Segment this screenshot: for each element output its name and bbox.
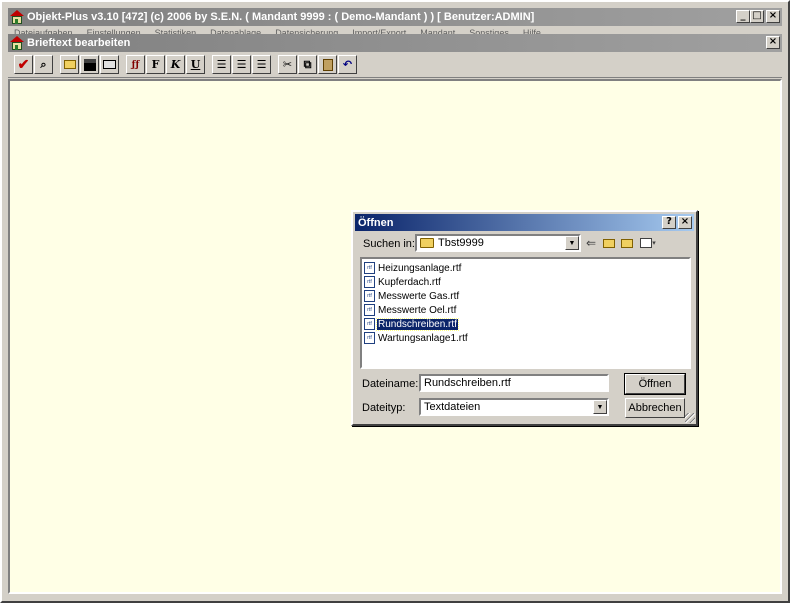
menu-item-sonstiges[interactable]: Sonstiges xyxy=(469,26,509,34)
list-item-selected[interactable]: rtf Rundschreiben.rtf xyxy=(364,317,687,331)
menu-item-datenablage[interactable]: Datenablage xyxy=(210,26,261,34)
app-logo-icon xyxy=(10,10,24,24)
folder-icon xyxy=(420,238,434,248)
align-left-button[interactable]: ☰ xyxy=(212,55,231,74)
cancel-button[interactable]: Abbrechen xyxy=(625,398,685,418)
dialog-help-button[interactable]: ? xyxy=(662,216,676,229)
app-window-controls: _ □ × xyxy=(736,10,780,23)
bold-button[interactable]: F xyxy=(146,55,165,74)
printer-icon xyxy=(103,60,116,69)
list-item[interactable]: rtf Kupferdach.rtf xyxy=(364,275,687,289)
look-in-value: Tbst9999 xyxy=(438,237,484,249)
filename-input[interactable]: Rundschreiben.rtf xyxy=(419,374,609,392)
floppy-disk-icon xyxy=(83,58,96,71)
menu-item-mandant[interactable]: Mandant xyxy=(420,26,455,34)
undo-icon: ↶ xyxy=(342,58,353,71)
font-button[interactable]: ƒƒ xyxy=(126,55,145,74)
app-titlebar: Objekt-Plus v3.10 [472] (c) 2006 by S.E.… xyxy=(8,8,782,26)
rtf-file-icon: rtf xyxy=(364,318,375,330)
align-left-icon: ☰ xyxy=(216,58,227,71)
align-center-icon: ☰ xyxy=(236,58,247,71)
filetype-label: Dateityp: xyxy=(362,402,406,414)
resize-grip-icon[interactable] xyxy=(685,413,695,423)
look-in-label: Suchen in: xyxy=(363,238,415,250)
document-close-button[interactable]: × xyxy=(766,36,780,49)
document-window-controls: × xyxy=(766,36,780,49)
document-titlebar: Brieftext bearbeiten × xyxy=(8,34,782,52)
underline-button[interactable]: U xyxy=(186,55,205,74)
paste-button[interactable] xyxy=(318,55,337,74)
confirm-button[interactable]: ✔ xyxy=(14,55,33,74)
list-item[interactable]: rtf Wartungsanlage1.rtf xyxy=(364,331,687,345)
open-button[interactable]: Öffnen xyxy=(624,373,686,395)
filetype-combobox[interactable]: Textdateien ▼ xyxy=(419,398,609,416)
minimize-button[interactable]: _ xyxy=(736,10,750,23)
folder-open-icon xyxy=(63,60,76,69)
dialog-controls: ? × xyxy=(662,216,692,229)
menu-item-einstellungen[interactable]: Einstellungen xyxy=(87,26,141,34)
rtf-file-icon: rtf xyxy=(364,290,375,302)
maximize-button[interactable]: □ xyxy=(750,10,764,23)
chevron-down-icon[interactable]: ▼ xyxy=(593,400,607,414)
undo-button[interactable]: ↶ xyxy=(338,55,357,74)
look-in-combobox[interactable]: Tbst9999 ▼ xyxy=(415,234,581,252)
dialog-close-button[interactable]: × xyxy=(678,216,692,229)
font-size-icon: ƒƒ xyxy=(131,59,140,70)
filename-label: Dateiname: xyxy=(362,378,419,390)
bold-label: F xyxy=(151,58,160,71)
rtf-file-icon: rtf xyxy=(364,262,375,274)
app-title: Objekt-Plus v3.10 [472] (c) 2006 by S.E.… xyxy=(27,11,535,23)
scissors-icon: ✂ xyxy=(282,58,293,71)
chevron-down-icon[interactable]: ▼ xyxy=(565,236,579,250)
zoom-button[interactable]: ⌕ xyxy=(34,55,53,74)
print-button[interactable] xyxy=(100,55,119,74)
new-folder-icon[interactable] xyxy=(620,236,634,250)
menu-item-hilfe[interactable]: Hilfe xyxy=(523,26,541,34)
menu-item-import-export[interactable]: Import/Export xyxy=(352,26,406,34)
magnifier-icon: ⌕ xyxy=(40,57,47,71)
align-right-icon: ☰ xyxy=(256,58,267,71)
menu-item-datensicherung[interactable]: Datensicherung xyxy=(275,26,338,34)
menu-bar: Dateiaufgaben Einstellungen Statistiken … xyxy=(8,26,782,34)
rtf-file-icon: rtf xyxy=(364,332,375,344)
list-item[interactable]: rtf Messwerte Gas.rtf xyxy=(364,289,687,303)
align-right-button[interactable]: ☰ xyxy=(252,55,271,74)
document-title: Brieftext bearbeiten xyxy=(27,37,131,49)
menu-item-statistiken[interactable]: Statistiken xyxy=(155,26,197,34)
underline-label: U xyxy=(190,58,201,71)
menu-item-dateiaufgaben[interactable]: Dateiaufgaben xyxy=(14,26,73,34)
save-button[interactable] xyxy=(80,55,99,74)
clipboard-icon xyxy=(322,58,333,71)
italic-button[interactable]: K xyxy=(166,55,185,74)
align-center-button[interactable]: ☰ xyxy=(232,55,251,74)
back-arrow-icon[interactable]: ⇐ xyxy=(584,236,598,250)
copy-button[interactable]: ⧉ xyxy=(298,55,317,74)
document-logo-icon xyxy=(10,36,24,50)
italic-label: K xyxy=(170,58,181,71)
rtf-file-icon: rtf xyxy=(364,276,375,288)
open-file-button[interactable] xyxy=(60,55,79,74)
dialog-titlebar: Öffnen ? × xyxy=(355,214,694,231)
list-item[interactable]: rtf Heizungsanlage.rtf xyxy=(364,261,687,275)
up-folder-icon[interactable] xyxy=(602,236,616,250)
rtf-file-icon: rtf xyxy=(364,304,375,316)
open-file-dialog: Öffnen ? × Suchen in: Tbst9999 ▼ ⇐ ▾ rtf… xyxy=(351,210,698,426)
file-list[interactable]: rtf Heizungsanlage.rtf rtf Kupferdach.rtf … xyxy=(360,257,691,369)
cut-button[interactable]: ✂ xyxy=(278,55,297,74)
view-menu-icon[interactable]: ▾ xyxy=(638,236,658,250)
close-button[interactable]: × xyxy=(766,10,780,23)
checkmark-icon: ✔ xyxy=(17,56,30,73)
copy-icon: ⧉ xyxy=(303,57,312,71)
filetype-value: Textdateien xyxy=(424,401,481,413)
editor-toolbar: ✔ ⌕ ƒƒ F K U ☰ ☰ ☰ ✂ ⧉ ↶ xyxy=(8,52,782,78)
dialog-title: Öffnen xyxy=(358,216,394,229)
list-item[interactable]: rtf Messwerte Oel.rtf xyxy=(364,303,687,317)
